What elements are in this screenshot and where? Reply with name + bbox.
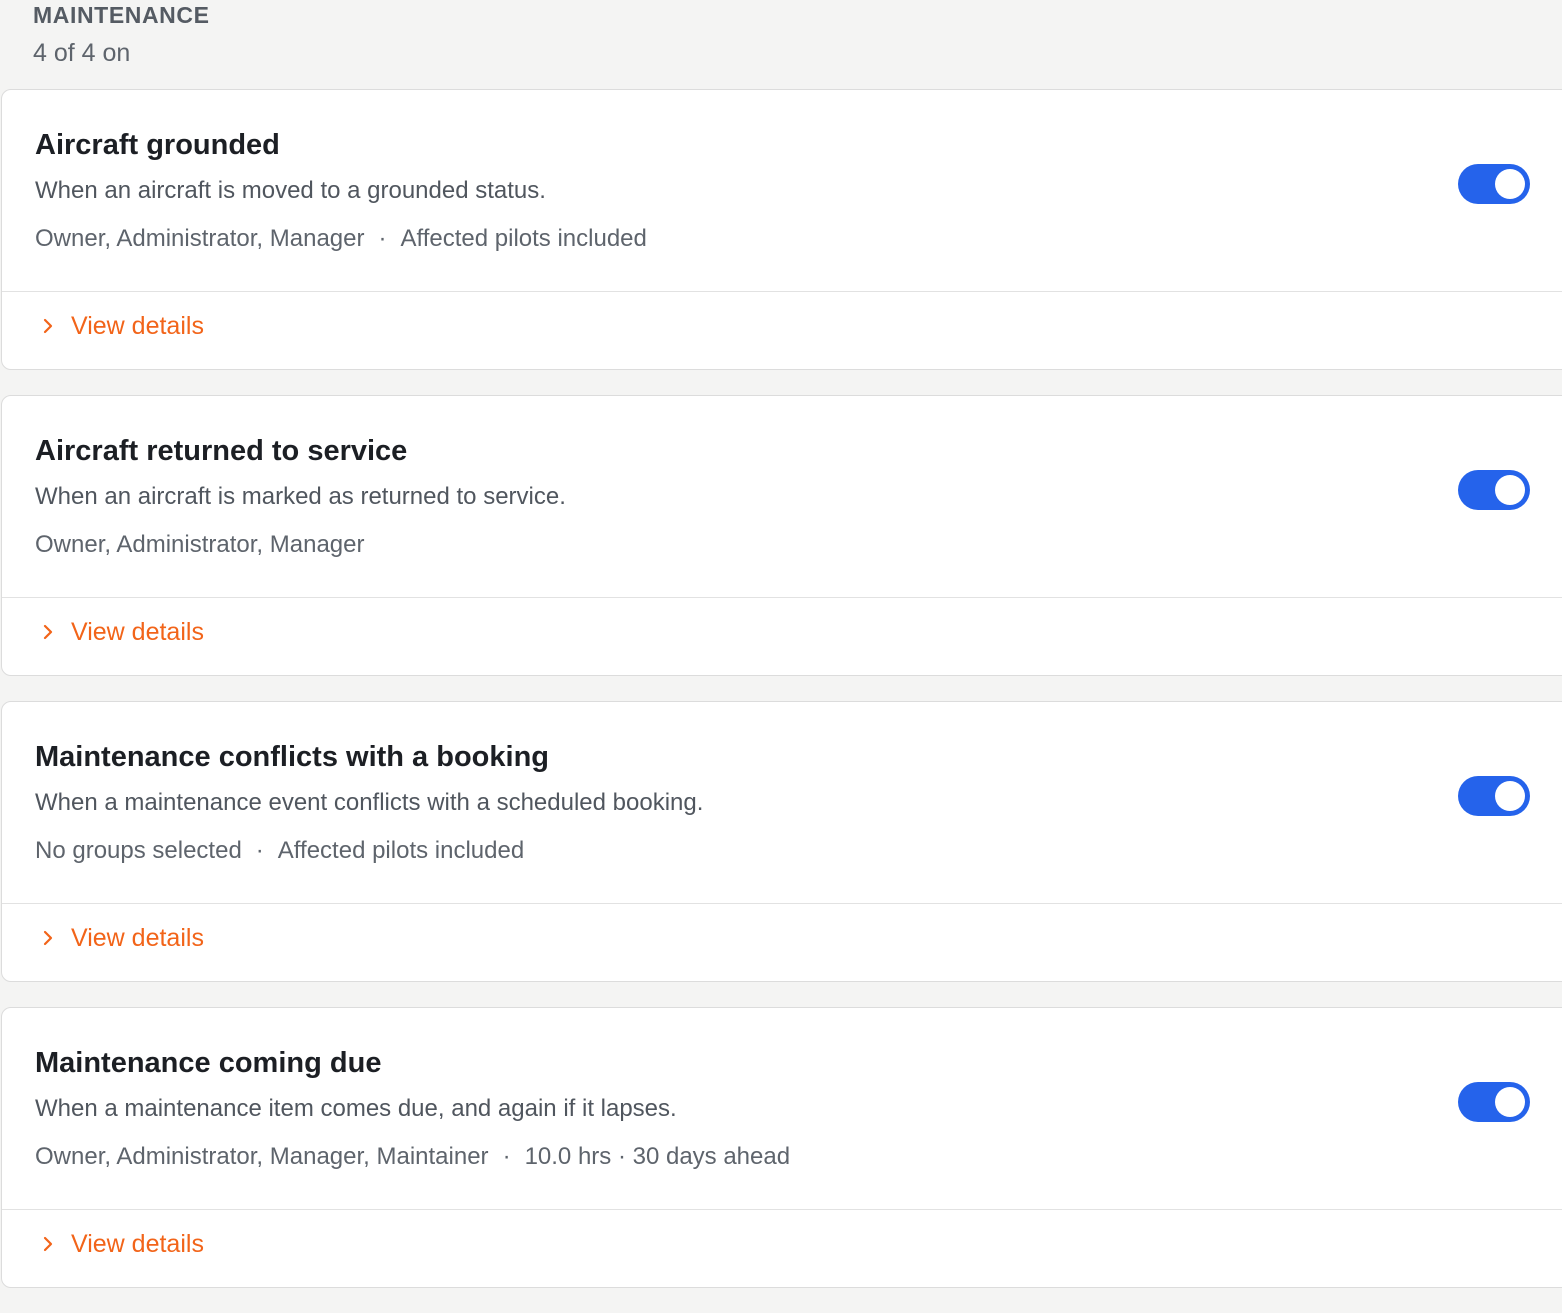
- card-recipient-groups: No groups selected: [35, 837, 242, 864]
- view-details-button[interactable]: View details: [38, 616, 204, 648]
- card-extra-info: Affected pilots included: [400, 225, 647, 252]
- view-details-label: View details: [71, 924, 204, 952]
- card-body: Aircraft grounded When an aircraft is mo…: [2, 90, 1562, 292]
- enable-toggle[interactable]: [1458, 1082, 1530, 1122]
- enable-toggle[interactable]: [1458, 470, 1530, 510]
- card-title: Aircraft returned to service: [35, 435, 408, 467]
- card-meta: Owner, Administrator, Manager: [35, 530, 364, 560]
- notification-card-list: Aircraft grounded When an aircraft is mo…: [1, 89, 1562, 1313]
- view-details-button[interactable]: View details: [38, 310, 204, 342]
- enable-toggle[interactable]: [1458, 164, 1530, 204]
- card-extra-info: Affected pilots included: [277, 837, 525, 864]
- card-body: Maintenance coming due When a maintenanc…: [2, 1008, 1562, 1210]
- card-footer: View details: [2, 904, 1562, 982]
- view-details-label: View details: [71, 312, 204, 340]
- chevron-right-icon: [43, 318, 53, 334]
- section-title: MAINTENANCE: [33, 2, 210, 28]
- card-description: When an aircraft is marked as returned t…: [35, 483, 566, 510]
- card-body: Aircraft returned to service When an air…: [2, 396, 1562, 598]
- view-details-button[interactable]: View details: [38, 922, 204, 954]
- toggle-knob: [1495, 1087, 1525, 1117]
- meta-separator: ·: [255, 837, 264, 864]
- section-enabled-count: 4 of 4 on: [33, 39, 131, 67]
- card-title: Aircraft grounded: [35, 129, 280, 161]
- notification-card: Aircraft grounded When an aircraft is mo…: [1, 89, 1562, 370]
- card-description: When a maintenance item comes due, and a…: [35, 1095, 677, 1122]
- card-meta: Owner, Administrator, Manager, Maintaine…: [35, 1142, 790, 1172]
- meta-separator: ·: [502, 1143, 511, 1170]
- card-recipient-groups: Owner, Administrator, Manager: [35, 225, 365, 252]
- enable-toggle[interactable]: [1458, 776, 1530, 816]
- notification-card: Maintenance conflicts with a booking Whe…: [1, 701, 1562, 982]
- card-recipient-groups: Owner, Administrator, Manager, Maintaine…: [35, 1143, 489, 1170]
- view-details-button[interactable]: View details: [38, 1228, 204, 1260]
- card-description: When an aircraft is moved to a grounded …: [35, 177, 546, 204]
- card-footer: View details: [2, 1210, 1562, 1288]
- chevron-right-icon: [43, 1236, 53, 1252]
- toggle-knob: [1495, 475, 1525, 505]
- meta-separator: ·: [378, 225, 387, 252]
- card-footer: View details: [2, 598, 1562, 676]
- card-meta: No groups selected · Affected pilots inclu…: [35, 836, 524, 866]
- card-title: Maintenance coming due: [35, 1047, 382, 1079]
- chevron-right-icon: [43, 624, 53, 640]
- notification-card: Aircraft returned to service When an air…: [1, 395, 1562, 676]
- view-details-label: View details: [71, 618, 204, 646]
- card-title: Maintenance conflicts with a booking: [35, 741, 549, 773]
- card-description: When a maintenance event conflicts with …: [35, 789, 704, 816]
- view-details-label: View details: [71, 1230, 204, 1258]
- card-extra-info: 10.0 hrs · 30 days ahead: [524, 1143, 791, 1170]
- section-header: MAINTENANCE 4 of 4 on: [33, 0, 210, 68]
- card-meta: Owner, Administrator, Manager · Affected p…: [35, 224, 647, 254]
- card-body: Maintenance conflicts with a booking Whe…: [2, 702, 1562, 904]
- notification-card: Maintenance coming due When a maintenanc…: [1, 1007, 1562, 1288]
- toggle-knob: [1495, 781, 1525, 811]
- chevron-right-icon: [43, 930, 53, 946]
- card-footer: View details: [2, 292, 1562, 370]
- toggle-knob: [1495, 169, 1525, 199]
- card-recipient-groups: Owner, Administrator, Manager: [35, 531, 365, 558]
